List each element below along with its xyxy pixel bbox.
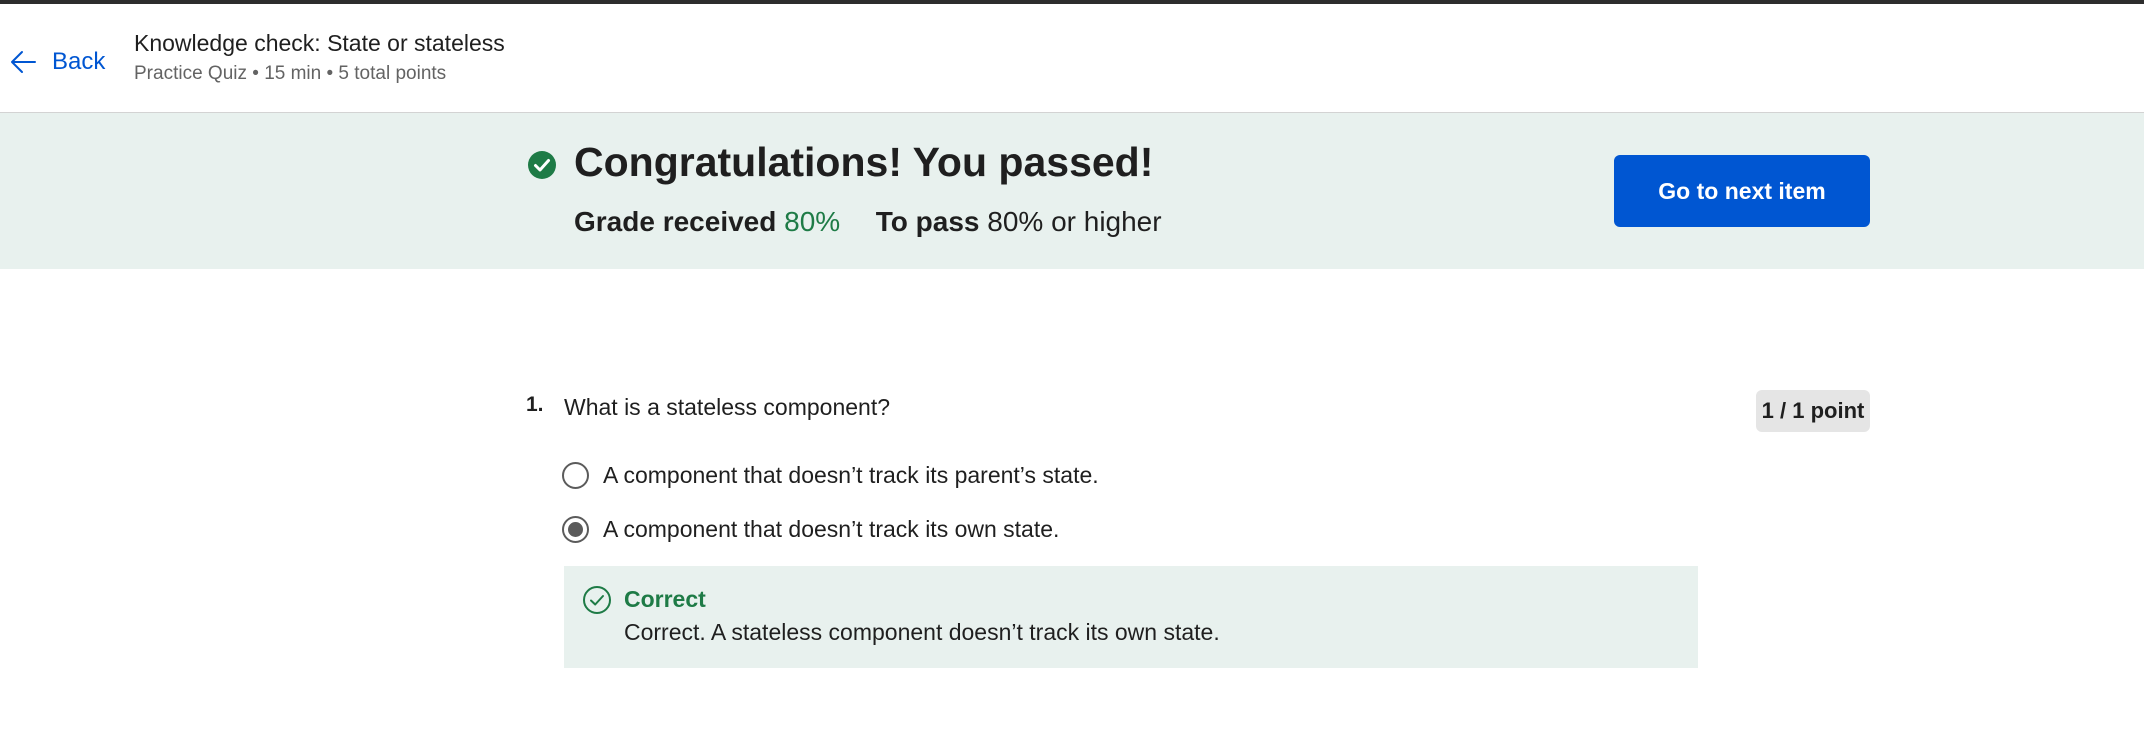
next-item-button[interactable]: Go to next item xyxy=(1614,155,1870,227)
feedback-text: Correct. A stateless component doesn’t t… xyxy=(624,619,1220,645)
answer-option-selected[interactable]: A component that doesn’t track its own s… xyxy=(562,512,1059,546)
result-title: Congratulations! You passed! xyxy=(574,139,1154,185)
points-badge: 1 / 1 point xyxy=(1756,390,1870,432)
question-text: What is a stateless component? xyxy=(564,394,890,420)
quiz-meta: Practice Quiz • 15 min • 5 total points xyxy=(134,63,447,84)
feedback-title: Correct xyxy=(624,586,706,612)
grade-label: Grade received xyxy=(574,206,777,237)
radio-button[interactable] xyxy=(562,461,589,489)
radio-button-selected[interactable] xyxy=(562,515,589,543)
check-circle-outline-icon xyxy=(582,585,612,615)
check-circle-icon xyxy=(527,150,557,180)
option-label: A component that doesn’t track its paren… xyxy=(603,461,1099,488)
answer-option[interactable]: A component that doesn’t track its paren… xyxy=(562,458,1099,492)
grade-summary: Grade received 80% To pass 80% or higher xyxy=(574,206,1162,238)
feedback-box: Correct Correct. A stateless component d… xyxy=(564,566,1698,668)
pass-value: 80% or higher xyxy=(987,206,1162,237)
option-label: A component that doesn’t track its own s… xyxy=(603,515,1060,542)
grade-value: 80% xyxy=(784,206,841,237)
back-button[interactable]: Back xyxy=(8,42,105,82)
page-title: Knowledge check: State or stateless xyxy=(134,30,505,56)
arrow-left-icon xyxy=(8,47,38,77)
back-label: Back xyxy=(52,48,106,75)
pass-label: To pass xyxy=(875,206,980,237)
result-banner: Congratulations! You passed! Grade recei… xyxy=(0,113,2144,269)
question-number: 1. xyxy=(526,393,544,416)
quiz-header: Back Knowledge check: State or stateless… xyxy=(0,4,2144,113)
